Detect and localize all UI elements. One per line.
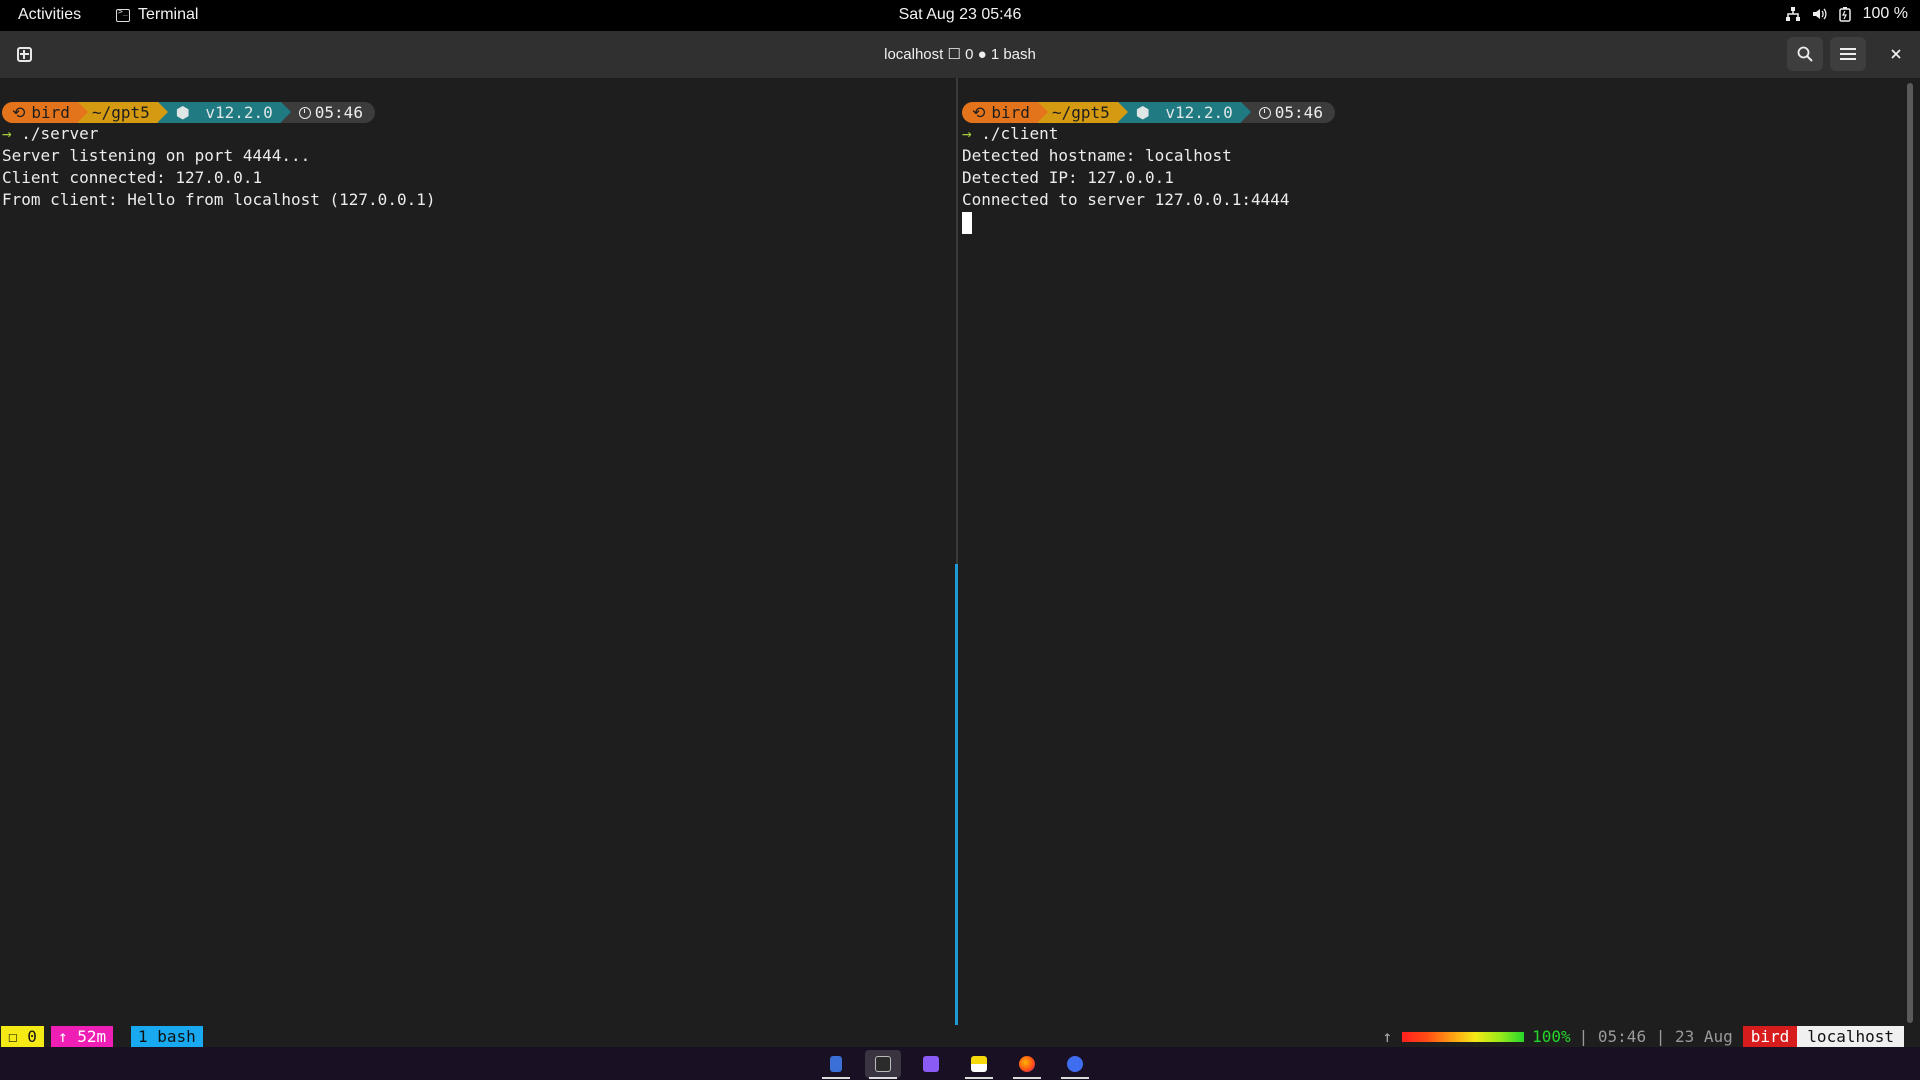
output-line: Detected IP: 127.0.0.1 [962, 168, 1174, 187]
command-line: → ./server [2, 124, 99, 143]
prompt-time-segment: 05:46 [280, 102, 375, 123]
prompt-dir-segment: ~/gpt5 [1037, 102, 1128, 123]
output-line: From client: Hello from localhost (127.0… [2, 190, 436, 209]
tmux-pane-right[interactable]: ⟲ bird ~/gpt5 ⬢ v12.2.0 05:46 → ./client … [960, 78, 1904, 1025]
terminal-headerbar: localhost ☐ 0 ● 1 bash [0, 31, 1920, 79]
network-icon [1785, 6, 1801, 22]
new-tab-icon [16, 46, 32, 62]
node-icon: ⬢ [1135, 103, 1150, 122]
output-line: Connected to server 127.0.0.1:4444 [962, 190, 1290, 209]
status-host: localhost [1797, 1026, 1904, 1047]
clock-icon [1258, 107, 1271, 119]
tmux-status-bar: ☐ 0 ↑ 52m 1 bash ↑ 100% | 05:46 | 23 Aug… [0, 1025, 1920, 1047]
node-icon: ⬢ [175, 103, 190, 122]
battery-percent: 100% [1532, 1027, 1571, 1046]
dock-firefox[interactable] [1009, 1050, 1045, 1079]
close-icon [1891, 49, 1901, 59]
dock [0, 1047, 1920, 1080]
dock-notes[interactable] [961, 1050, 997, 1079]
prompt-node-segment: ⬢ v12.2.0 [157, 102, 291, 123]
prompt-dir-segment: ~/gpt5 [77, 102, 168, 123]
search-button[interactable] [1787, 37, 1823, 71]
activities-button[interactable]: Activities [18, 6, 81, 24]
task-app-icon [923, 1056, 939, 1072]
dock-chat-app[interactable] [1057, 1050, 1093, 1079]
search-icon [1797, 46, 1813, 62]
prompt-user-segment: ⟲ bird [2, 102, 88, 123]
tmux-window-tab[interactable]: 1 bash [131, 1026, 203, 1047]
dock-task-app[interactable] [913, 1050, 949, 1078]
prompt-arrow-icon: → [962, 124, 972, 143]
window-title: localhost ☐ 0 ● 1 bash [884, 46, 1036, 63]
app-name: Terminal [138, 6, 199, 23]
prompt-user-segment: ⟲ bird [962, 102, 1048, 123]
scrollbar[interactable] [1907, 83, 1913, 1023]
dock-text-editor[interactable] [818, 1050, 854, 1079]
menu-button[interactable] [1830, 37, 1866, 71]
status-time-date: | 05:46 | 23 Aug [1578, 1027, 1733, 1046]
tmux-status-right: ↑ 100% | 05:46 | 23 Aug bird localhost [1382, 1026, 1904, 1047]
gnome-top-bar: Activities Terminal Sat Aug 23 05:46 100… [0, 0, 1920, 31]
close-window-button[interactable] [1878, 37, 1914, 71]
new-tab-button[interactable] [6, 37, 42, 71]
prompt-arrow-icon: → [2, 124, 12, 143]
app-menu[interactable]: Terminal [116, 6, 198, 24]
prompt-time-segment: 05:46 [1240, 102, 1335, 123]
chat-app-icon [1067, 1056, 1083, 1072]
upload-arrow-icon: ↑ [1382, 1027, 1393, 1046]
status-user: bird [1742, 1026, 1798, 1047]
command-line: → ./client [962, 124, 1059, 143]
clock-icon [298, 107, 311, 119]
terminal-icon [116, 7, 130, 22]
firefox-icon [1019, 1056, 1035, 1072]
battery-level: 100 % [1862, 5, 1908, 22]
notes-icon [971, 1056, 987, 1072]
terminal-icon [875, 1056, 891, 1072]
text-cursor [962, 212, 972, 234]
tmux-uptime: ↑ 52m [51, 1026, 114, 1047]
tmux-pane-left[interactable]: ⟲ bird ~/gpt5 ⬢ v12.2.0 05:46 → ./server … [0, 78, 955, 1025]
prompt-node-segment: ⬢ v12.2.0 [1117, 102, 1251, 123]
shell-prompt: ⟲ bird ~/gpt5 ⬢ v12.2.0 05:46 [2, 102, 375, 123]
system-tray[interactable]: 100 % [1785, 5, 1908, 23]
dock-terminal[interactable] [865, 1050, 901, 1079]
hamburger-menu-icon [1840, 48, 1856, 60]
battery-icon [1837, 6, 1853, 22]
pane-divider-active[interactable] [955, 564, 958, 1025]
swirl-icon: ⟲ [972, 103, 986, 122]
output-line: Server listening on port 4444... [2, 146, 311, 165]
pane-divider[interactable] [956, 78, 958, 564]
text-editor-icon [830, 1056, 842, 1072]
battery-gauge [1402, 1031, 1525, 1042]
tmux-session[interactable]: ☐ 0 [1, 1026, 44, 1047]
output-line: Client connected: 127.0.0.1 [2, 168, 263, 187]
swirl-icon: ⟲ [12, 103, 26, 122]
output-line: Detected hostname: localhost [962, 146, 1232, 165]
volume-icon [1811, 6, 1827, 22]
shell-prompt: ⟲ bird ~/gpt5 ⬢ v12.2.0 05:46 [962, 102, 1335, 123]
clock[interactable]: Sat Aug 23 05:46 [899, 6, 1022, 23]
